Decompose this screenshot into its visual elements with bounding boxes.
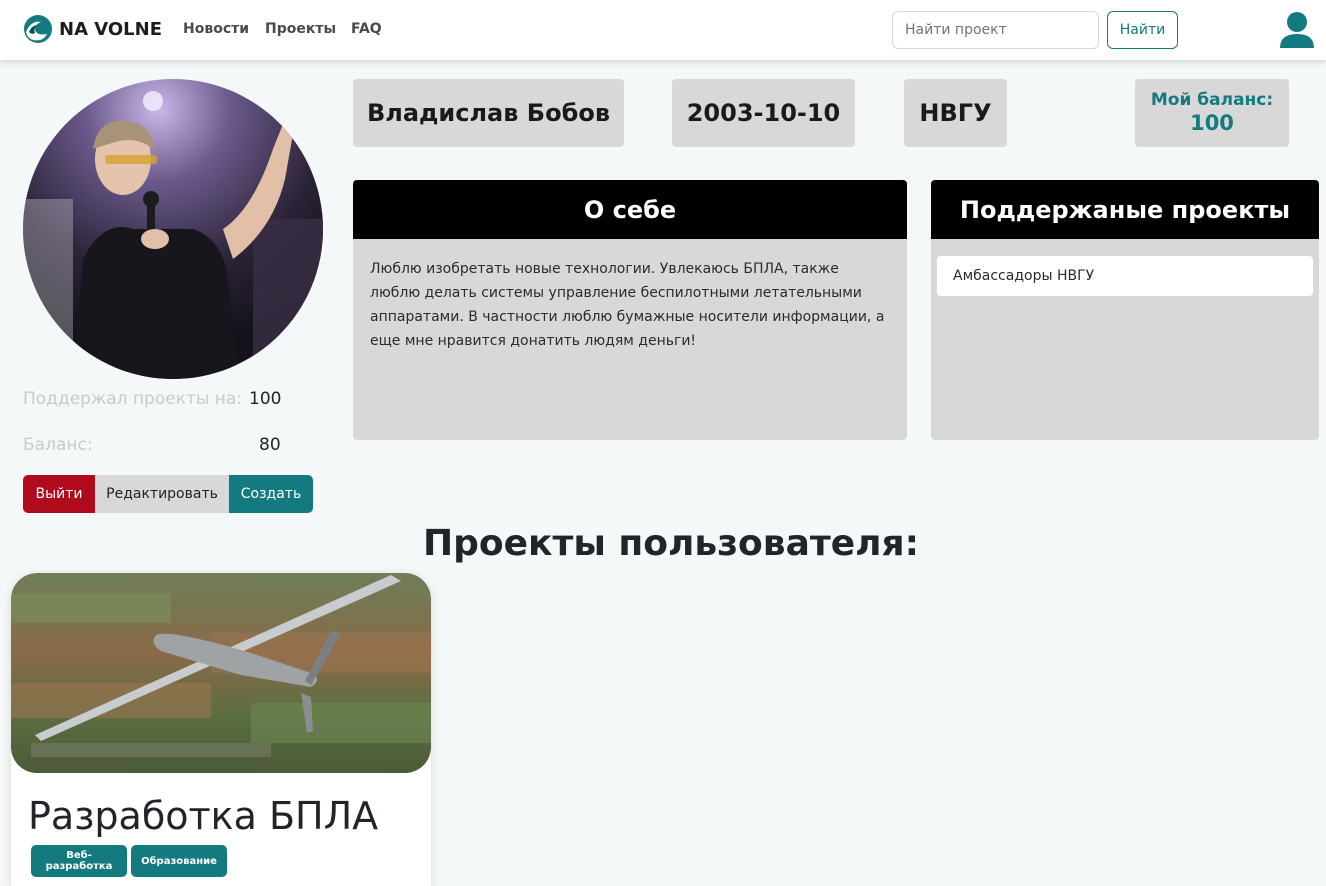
wave-logo-icon [24,15,52,43]
avatar-photo [23,79,323,379]
nav-link-news[interactable]: Новости [183,21,249,37]
brand[interactable]: NA VOLNE [23,14,162,44]
navbar: NA VOLNE Новости Проекты FAQ Найти [0,0,1326,60]
nav-link-projects[interactable]: Проекты [265,21,336,37]
edit-button[interactable]: Редактировать [95,475,229,513]
university: НВГУ [904,79,1007,147]
supported-project-item[interactable]: Амбассадоры НВГУ [937,256,1313,296]
supported-projects-panel: Поддержаные проекты Амбассадоры НВГУ [931,180,1319,440]
about-panel: О себе Люблю изобретать новые технологии… [353,180,907,440]
project-tag-education[interactable]: Образование [131,845,227,877]
my-balance-box: Мой баланс: 100 [1135,79,1289,147]
project-card[interactable]: Разработка БПЛА Веб-разработка Образован… [11,573,431,886]
balance-label: Баланс: [23,435,93,455]
about-text: Люблю изобретать новые технологии. Увлек… [370,261,885,349]
project-title: Разработка БПЛА [28,794,379,838]
supported-projects-title: Поддержаные проекты [931,180,1319,239]
project-image [11,573,431,773]
user-profile-icon[interactable] [1277,10,1317,50]
about-title: О себе [353,180,907,239]
birth-date: 2003-10-10 [672,79,855,147]
user-projects-title: Проекты пользователя: [422,523,920,564]
user-name: Владислав Бобов [353,79,624,147]
nav-link-faq[interactable]: FAQ [351,21,382,37]
supported-amount-value: 100 [249,389,282,409]
brand-name: NA VOLNE [59,18,163,40]
avatar [23,79,323,379]
create-button[interactable]: Создать [229,475,313,513]
balance-value: 80 [259,435,281,455]
project-tag-web[interactable]: Веб-разработка [31,845,127,877]
logout-button[interactable]: Выйти [23,475,95,513]
search-button[interactable]: Найти [1107,11,1178,49]
my-balance-label: Мой баланс: [1150,90,1274,110]
search-input[interactable] [892,11,1099,49]
my-balance-value: 100 [1190,111,1234,135]
supported-amount-label: Поддержал проекты на: [23,389,242,409]
